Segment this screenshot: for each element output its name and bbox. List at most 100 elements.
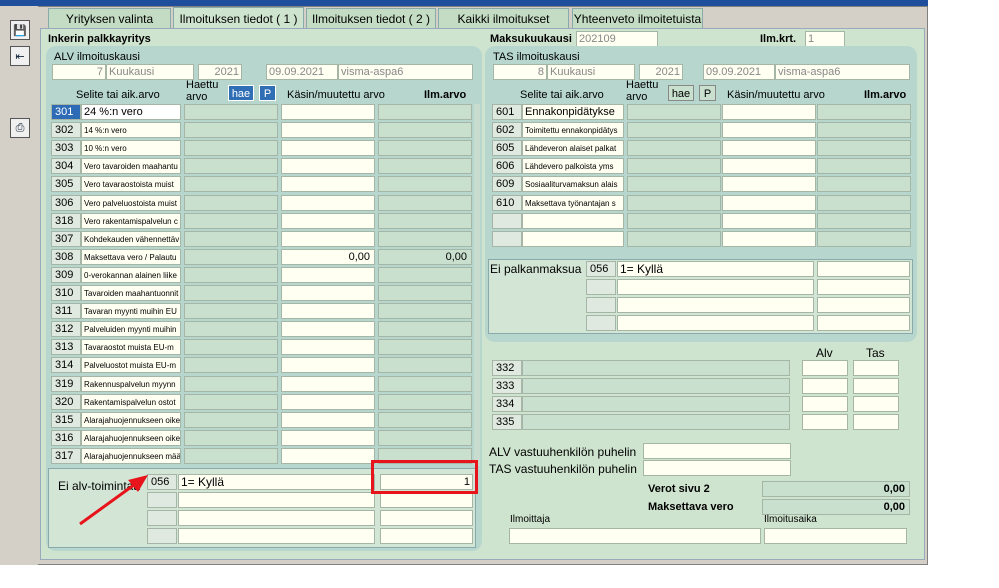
tas-row-kasin[interactable]: [722, 212, 816, 229]
alv-row-desc[interactable]: 14 %:n vero: [81, 122, 181, 139]
alv-row-kasin[interactable]: [281, 375, 375, 392]
tas-row-kasin[interactable]: [722, 176, 816, 193]
alv-row-kasin[interactable]: [281, 122, 375, 139]
alvtas-row-tas[interactable]: [853, 378, 899, 395]
ei-palkan-ilm-2[interactable]: [817, 279, 910, 295]
alv-row-desc[interactable]: Tavaran myynti muihin EU: [81, 303, 181, 320]
alv-row-kasin[interactable]: [281, 104, 375, 120]
ei-alv-ilm-4[interactable]: [380, 528, 473, 544]
alvtas-row-tas[interactable]: [853, 360, 899, 376]
ei-palkan-ilm-3[interactable]: [817, 297, 910, 313]
alv-phone-field[interactable]: [643, 443, 791, 459]
alv-row-desc[interactable]: Vero palveluostoista muist: [81, 194, 181, 211]
hae-button[interactable]: hae: [228, 85, 254, 101]
tas-row-desc[interactable]: Ennakonpidätykse: [522, 104, 624, 120]
tas-row-desc[interactable]: Sosiaaliturvamaksun alais: [522, 176, 624, 193]
ilmoitusaika-field[interactable]: [764, 528, 907, 544]
tas-row-desc[interactable]: Toimitettu ennakonpidätys: [522, 122, 624, 139]
alv-row-kasin[interactable]: [281, 339, 375, 356]
alv-row-desc[interactable]: Kohdekauden vähennettäv: [81, 230, 181, 247]
tas-hae-button[interactable]: hae: [668, 85, 694, 101]
tas-row-desc[interactable]: Lähdevero palkoista yms: [522, 158, 624, 175]
tas-year[interactable]: 2021: [639, 64, 683, 80]
alv-row-desc[interactable]: Palveluostot muista EU-m: [81, 357, 181, 374]
alv-row-desc[interactable]: Alarajahuojennukseen määr: [81, 447, 181, 464]
ei-palkan-value[interactable]: 1= Kyllä: [617, 261, 814, 277]
alvtas-row-tas[interactable]: [853, 396, 899, 413]
alv-num[interactable]: 7: [52, 64, 106, 80]
alv-row-kasin[interactable]: [281, 140, 375, 157]
alv-row-desc[interactable]: Palveluiden myynti muihin: [81, 321, 181, 338]
ei-palkan-value-3[interactable]: [617, 297, 814, 313]
ei-alv-value[interactable]: 1= Kyllä: [178, 474, 375, 490]
alv-row-kasin[interactable]: 0,00: [281, 248, 375, 265]
alv-row-desc[interactable]: Alarajahuojennukseen oike: [81, 411, 181, 428]
tas-unit[interactable]: Kuukausi: [547, 64, 635, 80]
tas-row-kasin[interactable]: [722, 158, 816, 175]
print-icon[interactable]: ⎙: [10, 118, 30, 138]
ilmoittaja-field[interactable]: [509, 528, 761, 544]
ei-palkan-value-2[interactable]: [617, 279, 814, 295]
ei-alv-value-3[interactable]: [178, 510, 375, 526]
tas-date[interactable]: 09.09.2021: [703, 64, 775, 80]
tas-p-button[interactable]: P: [699, 85, 716, 101]
tas-row-desc[interactable]: Maksettava työnantajan s: [522, 194, 624, 211]
tab-yhteenveto[interactable]: Yhteenveto ilmoitetuista: [572, 8, 703, 28]
ei-palkan-ilm[interactable]: [817, 261, 910, 277]
alv-row-kasin[interactable]: [281, 447, 375, 464]
alv-row-kasin[interactable]: [281, 194, 375, 211]
ei-alv-value-4[interactable]: [178, 528, 375, 544]
ei-palkan-ilm-4[interactable]: [817, 315, 910, 331]
alv-row-desc[interactable]: Alarajahuojennukseen oike: [81, 429, 181, 446]
alv-row-desc[interactable]: Vero tavaroiden maahantu: [81, 158, 181, 175]
tab-kaikki-ilmoitukset[interactable]: Kaikki ilmoitukset: [438, 8, 569, 28]
ei-alv-ilm-2[interactable]: [380, 492, 473, 508]
alvtas-row-tas[interactable]: [853, 414, 899, 431]
alv-row-kasin[interactable]: [281, 158, 375, 175]
alv-row-kasin[interactable]: [281, 321, 375, 338]
tab-yrityksen-valinta[interactable]: Yrityksen valinta: [48, 8, 171, 28]
alv-row-desc[interactable]: Rakennuspalvelun myynn: [81, 375, 181, 392]
alv-row-kasin[interactable]: [281, 212, 375, 229]
alv-row-kasin[interactable]: [281, 411, 375, 428]
tab-ilmoituksen-tiedot-1[interactable]: Ilmoituksen tiedot ( 1 ): [173, 7, 304, 29]
alv-row-kasin[interactable]: [281, 266, 375, 283]
alv-year[interactable]: 2021: [198, 64, 242, 80]
tab-ilmoituksen-tiedot-2[interactable]: Ilmoituksen tiedot ( 2 ): [306, 8, 436, 28]
tas-row-kasin[interactable]: [722, 194, 816, 211]
ei-alv-value-2[interactable]: [178, 492, 375, 508]
tas-row-kasin[interactable]: [722, 230, 816, 247]
alv-row-kasin[interactable]: [281, 303, 375, 320]
alv-row-kasin[interactable]: [281, 285, 375, 301]
alv-row-desc[interactable]: 10 %:n vero: [81, 140, 181, 157]
save-icon[interactable]: 💾: [10, 20, 30, 40]
alv-row-desc[interactable]: Rakentamispalvelun ostot: [81, 393, 181, 410]
ei-palkan-value-4[interactable]: [617, 315, 814, 331]
alvtas-row-alv[interactable]: [802, 360, 848, 376]
alvtas-row-alv[interactable]: [802, 396, 848, 413]
alv-row-kasin[interactable]: [281, 429, 375, 446]
alv-unit[interactable]: Kuukausi: [106, 64, 194, 80]
alv-row-desc[interactable]: Vero rakentamispalvelun c: [81, 212, 181, 229]
ilmkrt-field[interactable]: 1: [805, 31, 845, 47]
alvtas-row-alv[interactable]: [802, 378, 848, 395]
tas-row-desc[interactable]: [522, 212, 624, 229]
tas-row-desc[interactable]: Lähdeveron alaiset palkat: [522, 140, 624, 157]
alv-row-kasin[interactable]: [281, 176, 375, 193]
alv-row-desc[interactable]: Tavaraostot muista EU-m: [81, 339, 181, 356]
alv-date[interactable]: 09.09.2021: [266, 64, 338, 80]
alv-row-desc[interactable]: Maksettava vero / Palautu: [81, 248, 181, 265]
exit-icon[interactable]: ⇤: [10, 46, 30, 66]
alv-source[interactable]: visma-aspa6: [338, 64, 473, 80]
alv-row-desc[interactable]: Vero tavaraostoista muist: [81, 176, 181, 193]
tas-row-desc[interactable]: [522, 230, 624, 247]
maksukuukausi-field[interactable]: 202109: [576, 31, 658, 47]
p-button[interactable]: P: [259, 85, 276, 101]
tas-row-kasin[interactable]: [722, 104, 816, 120]
alv-row-desc[interactable]: Tavaroiden maahantuonnit: [81, 285, 181, 301]
alv-row-desc[interactable]: 24 %:n vero: [81, 104, 181, 120]
ei-alv-ilm-3[interactable]: [380, 510, 473, 526]
tas-phone-field[interactable]: [643, 460, 791, 476]
tas-row-kasin[interactable]: [722, 122, 816, 139]
tas-row-kasin[interactable]: [722, 140, 816, 157]
